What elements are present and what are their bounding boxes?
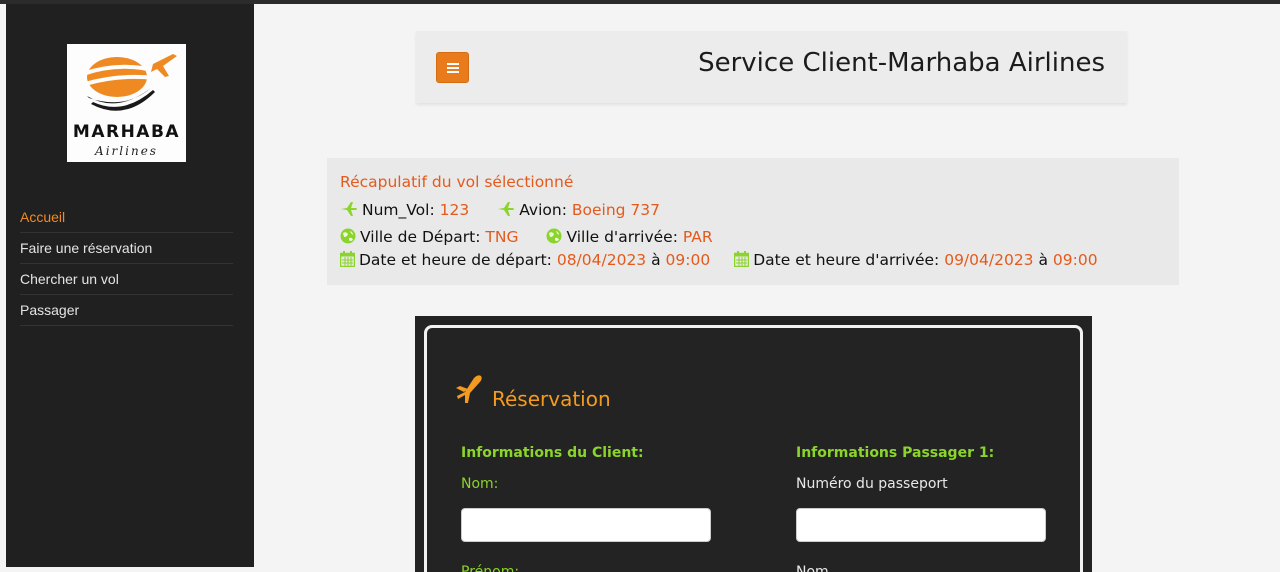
sidebar-item-passager[interactable]: Passager [20,295,233,326]
heure-depart-value: 09:00 [665,251,711,269]
reservation-form: Réservation Informations du Client: Info… [424,325,1083,572]
flight-summary-row-1: Num_Vol: 123 Avion: Boeing 737 [340,201,660,219]
menu-toggle-button[interactable] [436,52,469,83]
logo: MARHABA Airlines [67,44,186,162]
ville-arrivee-value: PAR [682,228,713,246]
sidebar-item-accueil[interactable]: Accueil [20,202,233,233]
client-nom-label: Nom: [461,476,499,492]
sidebar-item-chercher-vol[interactable]: Chercher un vol [20,264,233,295]
reservation-panel: Réservation Informations du Client: Info… [415,316,1092,572]
ville-depart-label: Ville de Départ: [360,228,481,246]
date-arrivee-value: 09/04/2023 [944,251,1034,269]
date-arrivee-label: Date et heure d'arrivée: [753,251,940,269]
flight-summary-row-3: Date et heure de départ: 08/04/2023 à 09… [340,251,1098,269]
passport-label: Numéro du passeport [796,476,948,492]
sidebar-nav: Accueil Faire une réservation Chercher u… [20,202,233,326]
sidebar-item-faire-reservation[interactable]: Faire une réservation [20,233,233,264]
client-info-header: Informations du Client: [461,445,644,461]
calendar-icon [340,251,355,267]
client-prenom-label: Prénom: [461,564,520,572]
reservation-title: Réservation [492,387,611,411]
globe-icon [546,228,562,244]
passport-input[interactable] [796,508,1046,542]
plane-icon [341,202,357,216]
num-vol-value: 123 [439,201,470,219]
ville-depart-value: TNG [485,228,519,246]
client-nom-input[interactable] [461,508,711,542]
date-depart-value: 08/04/2023 [556,251,647,269]
flight-summary: Récapulatif du vol sélectionné Num_Vol: … [327,158,1179,285]
a-depart: à [651,251,661,269]
page-title: Service Client-Marhaba Airlines [698,48,1105,78]
sidebar: MARHABA Airlines Accueil Faire une réser… [6,4,254,567]
flight-summary-title: Récapulatif du vol sélectionné [340,173,574,191]
logo-brand-text: MARHABA [72,122,181,142]
flight-summary-row-2: Ville de Départ: TNG Ville d'arrivée: PAR [340,228,713,246]
logo-sub-text: Airlines [95,144,158,158]
heure-arrivee-value: 09:00 [1052,251,1098,269]
passenger-info-header: Informations Passager 1: [796,445,995,461]
hamburger-icon [446,62,459,73]
num-vol-label: Num_Vol: [362,201,435,219]
plane-icon [456,375,482,403]
avion-label: Avion: [519,201,567,219]
calendar-icon [734,251,750,267]
avion-value: Boeing 737 [571,201,661,219]
page-header: Service Client-Marhaba Airlines [416,31,1127,103]
a-arrivee: à [1038,251,1048,269]
passenger-nom-label: Nom [796,564,829,572]
globe-icon [340,228,356,244]
plane-logo-icon [82,54,177,111]
date-depart-label: Date et heure de départ: [359,251,552,269]
ville-arrivee-label: Ville d'arrivée: [566,228,678,246]
plane-icon [498,202,515,216]
